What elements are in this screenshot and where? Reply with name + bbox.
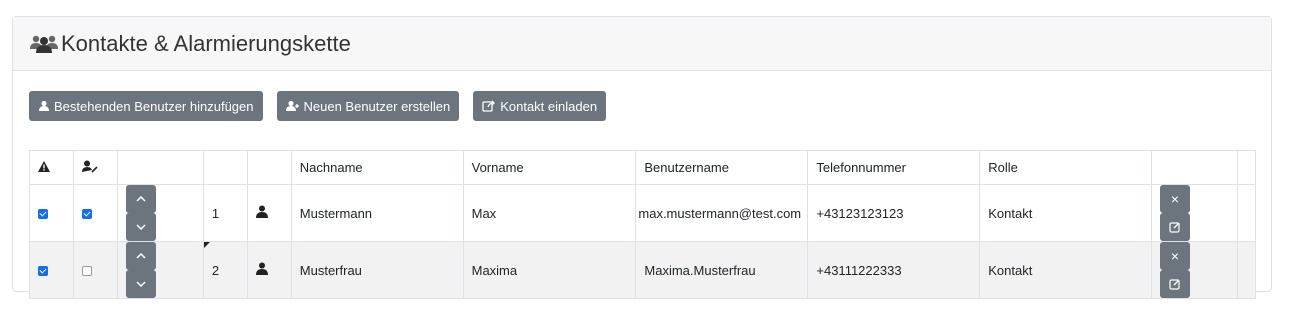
move-up-button[interactable] bbox=[125, 242, 156, 270]
create-new-user-label: Neuen Benutzer erstellen bbox=[303, 98, 451, 114]
delete-button[interactable]: × bbox=[1160, 242, 1190, 270]
create-new-user-button[interactable]: Neuen Benutzer erstellen bbox=[276, 91, 460, 121]
panel-title-text: Kontakte & Alarmierungskette bbox=[61, 30, 351, 56]
position-cell: 2 bbox=[202, 241, 248, 299]
extra-cell bbox=[1236, 241, 1257, 299]
vorname-cell: Max bbox=[462, 184, 637, 242]
vorname-header: Vorname bbox=[462, 150, 637, 185]
contacts-table: Nachname Vorname Benutzername Telefonnum… bbox=[29, 150, 1257, 299]
nachname-cell: Musterfrau bbox=[290, 241, 464, 299]
alarm-checkbox-cell bbox=[29, 241, 74, 299]
toolbar: Bestehenden Benutzer hinzufügen Neuen Be… bbox=[29, 91, 607, 121]
nachname-cell: Mustermann bbox=[290, 184, 464, 242]
position-column-header bbox=[202, 150, 248, 185]
edit-icon bbox=[1169, 222, 1180, 233]
table-row: 2 Musterfrau Maxima Maxima.Musterfrau +4… bbox=[29, 241, 1257, 299]
alarm-column-header bbox=[29, 150, 74, 185]
edit-icon bbox=[1169, 279, 1180, 290]
rolle-header: Rolle bbox=[979, 150, 1152, 185]
telefon-cell: +43111222333 bbox=[807, 241, 981, 299]
share-icon bbox=[482, 100, 496, 112]
alarm-checkbox[interactable] bbox=[38, 266, 48, 277]
users-icon bbox=[29, 33, 59, 55]
invite-contact-label: Kontakt einladen bbox=[500, 98, 598, 114]
actions-cell: × bbox=[1151, 241, 1238, 299]
extra-cell bbox=[1236, 184, 1257, 242]
type-column-header bbox=[246, 150, 292, 185]
user-checkbox-cell bbox=[72, 184, 118, 242]
benutzername-cell: Maxima.Musterfrau bbox=[635, 241, 809, 299]
nachname-header: Nachname bbox=[290, 150, 464, 185]
benutzername-cell: max.mustermann@test.com bbox=[635, 184, 809, 242]
user-icon bbox=[255, 262, 268, 278]
close-icon: × bbox=[1170, 191, 1180, 207]
move-down-button[interactable] bbox=[125, 213, 156, 241]
alarm-checkbox[interactable] bbox=[38, 209, 48, 220]
user-plus-icon bbox=[285, 100, 300, 112]
panel-title: Kontakte & Alarmierungskette bbox=[29, 31, 351, 57]
actions-cell: × bbox=[1151, 184, 1238, 242]
type-cell bbox=[246, 241, 292, 299]
table-header-row: Nachname Vorname Benutzername Telefonnum… bbox=[29, 150, 1257, 185]
move-down-button[interactable] bbox=[125, 270, 156, 298]
panel-header: Kontakte & Alarmierungskette bbox=[13, 17, 1271, 71]
user-checkbox[interactable] bbox=[81, 266, 92, 277]
warning-icon bbox=[38, 160, 50, 175]
user-edit-icon bbox=[81, 160, 98, 176]
move-up-button[interactable] bbox=[125, 185, 156, 213]
order-buttons-cell bbox=[116, 184, 204, 242]
user-icon bbox=[38, 100, 50, 112]
user-checkbox-cell bbox=[72, 241, 118, 299]
chevron-down-icon bbox=[136, 281, 146, 287]
telefon-cell: +43123123123 bbox=[807, 184, 981, 242]
close-icon: × bbox=[1170, 248, 1180, 264]
chevron-up-icon bbox=[136, 196, 146, 202]
alarm-checkbox-cell bbox=[29, 184, 74, 242]
benutzername-header: Benutzername bbox=[635, 150, 809, 185]
rolle-cell: Kontakt bbox=[979, 184, 1152, 242]
position-cell: 1 bbox=[202, 184, 248, 242]
order-buttons-cell bbox=[116, 241, 204, 299]
add-existing-user-button[interactable]: Bestehenden Benutzer hinzufügen bbox=[29, 91, 263, 121]
invite-contact-button[interactable]: Kontakt einladen bbox=[473, 91, 607, 121]
add-existing-user-label: Bestehenden Benutzer hinzufügen bbox=[54, 98, 254, 114]
chevron-down-icon bbox=[136, 224, 146, 230]
edit-button[interactable] bbox=[1160, 270, 1190, 298]
position-value: 2 bbox=[211, 262, 220, 278]
chevron-up-icon bbox=[136, 253, 146, 259]
user-icon bbox=[255, 205, 268, 221]
vorname-cell: Maxima bbox=[462, 241, 637, 299]
rolle-cell: Kontakt bbox=[979, 241, 1152, 299]
contacts-panel: Kontakte & Alarmierungskette Bestehenden… bbox=[12, 16, 1272, 299]
telefon-header: Telefonnummer bbox=[807, 150, 981, 185]
order-column-header bbox=[116, 150, 204, 185]
type-cell bbox=[246, 184, 292, 242]
user-checkbox[interactable] bbox=[81, 209, 92, 220]
delete-button[interactable]: × bbox=[1160, 185, 1190, 213]
table-row: 1 Mustermann Max max.mustermann@test.com… bbox=[29, 184, 1257, 242]
actions-column-header bbox=[1151, 150, 1238, 185]
extra-column-header bbox=[1236, 150, 1257, 185]
edit-button[interactable] bbox=[1160, 213, 1190, 241]
user-column-header bbox=[72, 150, 118, 185]
cell-comment-marker bbox=[203, 242, 210, 248]
